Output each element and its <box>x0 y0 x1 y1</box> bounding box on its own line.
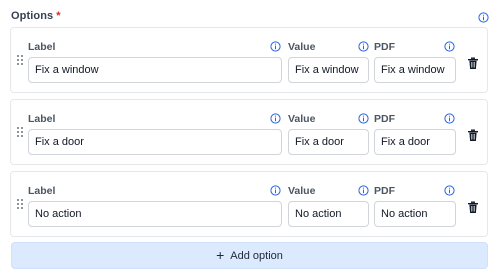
value-column-label: Value <box>288 113 316 125</box>
info-icon[interactable] <box>270 113 281 124</box>
option-pdf-input[interactable] <box>374 57 456 83</box>
options-header: Options * <box>10 9 490 25</box>
required-marker: * <box>56 10 61 22</box>
info-icon[interactable] <box>444 41 455 52</box>
pdf-column-label: PDF <box>374 113 395 125</box>
label-column-label: Label <box>28 185 56 197</box>
options-editor: Options* Label Value PDF Label <box>0 0 500 280</box>
option-row: Label Value PDF <box>10 27 488 93</box>
drag-handle-icon[interactable] <box>16 198 24 210</box>
value-column-label: Value <box>288 41 316 53</box>
option-pdf-input[interactable] <box>374 201 456 227</box>
drag-handle-icon[interactable] <box>16 126 24 138</box>
value-column-label: Value <box>288 185 316 197</box>
options-title-text: Options <box>11 10 54 22</box>
option-label-input[interactable] <box>28 57 282 83</box>
info-icon[interactable] <box>444 113 455 124</box>
option-row: Label Value PDF <box>10 171 488 237</box>
options-title: Options * <box>11 10 61 22</box>
option-pdf-input[interactable] <box>374 129 456 155</box>
option-value-input[interactable] <box>288 201 369 227</box>
option-value-input[interactable] <box>288 129 369 155</box>
info-icon[interactable] <box>358 41 369 52</box>
option-label-input[interactable] <box>28 201 282 227</box>
info-icon[interactable] <box>478 12 489 23</box>
pdf-column-label: PDF <box>374 185 395 197</box>
trash-icon[interactable] <box>467 129 479 142</box>
option-row: Label Value PDF <box>10 99 488 165</box>
add-option-label: Add option <box>230 249 283 262</box>
info-icon[interactable] <box>270 41 281 52</box>
info-icon[interactable] <box>358 185 369 196</box>
info-icon[interactable] <box>358 113 369 124</box>
info-icon[interactable] <box>270 185 281 196</box>
add-option-button[interactable]: + Add option <box>11 242 488 269</box>
info-icon[interactable] <box>444 185 455 196</box>
label-column-label: Label <box>28 41 56 53</box>
pdf-column-label: PDF <box>374 41 395 53</box>
trash-icon[interactable] <box>467 57 479 70</box>
option-value-input[interactable] <box>288 57 369 83</box>
drag-handle-icon[interactable] <box>16 54 24 66</box>
plus-icon: + <box>216 246 225 263</box>
option-label-input[interactable] <box>28 129 282 155</box>
trash-icon[interactable] <box>467 201 479 214</box>
label-column-label: Label <box>28 113 56 125</box>
